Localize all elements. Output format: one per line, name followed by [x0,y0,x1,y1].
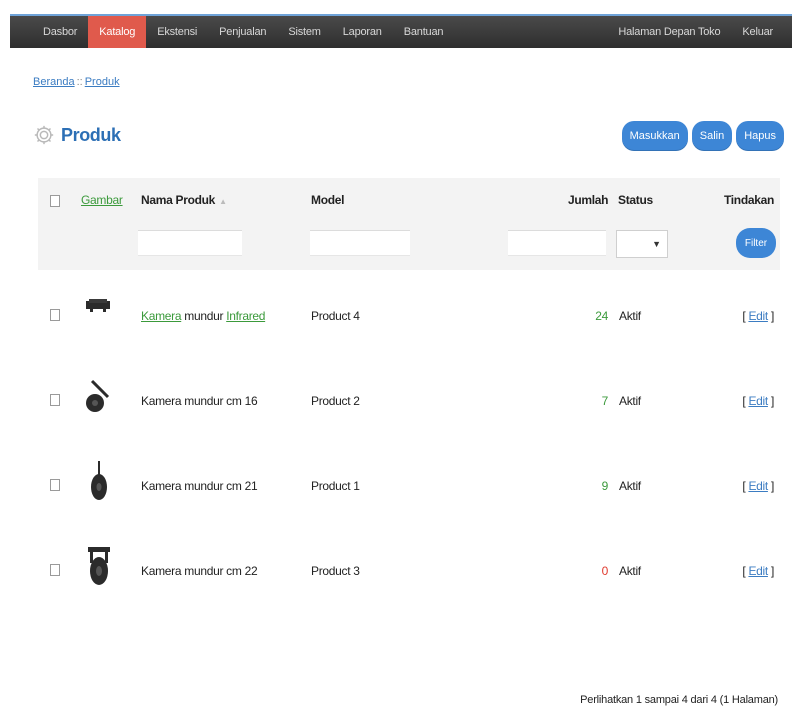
top-navbar: Dasbor Katalog Ekstensi Penjualan Sistem… [10,14,792,48]
table-row: Kamera mundur cm 21 Product 1 9 Aktif [ … [38,440,780,525]
edit-link[interactable]: Edit [748,479,768,493]
row-checkbox[interactable] [50,394,60,406]
header-name-label: Nama Produk [141,193,216,207]
nav-ekstensi[interactable]: Ekstensi [146,16,208,48]
product-thumbnail [86,299,110,312]
page-heading: Produk [33,124,121,146]
edit-action: [ Edit ] [742,479,774,493]
select-all-checkbox[interactable] [50,195,60,207]
product-name: Kamera mundur cm 16 [141,394,258,408]
header-image[interactable]: Gambar [81,193,123,207]
delete-button[interactable]: Hapus [736,121,784,151]
nav-storefront[interactable]: Halaman Depan Toko [607,16,731,48]
table-header: Gambar Nama Produk ▲ Model Jumlah Status … [38,178,780,270]
insert-button[interactable]: Masukkan [621,121,688,151]
product-quantity: 0 [601,564,609,578]
product-status: Aktif [619,309,641,323]
product-model: Product 2 [311,394,360,408]
nav-bantuan[interactable]: Bantuan [393,16,455,48]
product-quantity: 7 [601,394,609,408]
edit-link[interactable]: Edit [748,309,768,323]
product-name: Kamera mundur cm 21 [141,479,258,493]
nav-katalog[interactable]: Katalog [88,16,147,48]
edit-action: [ Edit ] [742,309,774,323]
edit-action: [ Edit ] [742,564,774,578]
gear-icon [34,125,54,145]
product-status: Aktif [619,479,641,493]
edit-link[interactable]: Edit [748,564,768,578]
product-thumbnail [91,461,107,500]
filter-model-input[interactable] [310,230,410,256]
product-quantity: 9 [601,479,609,493]
nav-dasbor[interactable]: Dasbor [32,16,88,48]
row-checkbox[interactable] [50,564,60,576]
header-name[interactable]: Nama Produk ▲ [141,193,227,207]
product-name-text: mundur [181,309,227,323]
product-thumbnail [86,379,110,412]
nav-logout[interactable]: Keluar [731,16,784,48]
header-model[interactable]: Model [311,193,344,207]
row-checkbox[interactable] [50,309,60,321]
filter-quantity-input[interactable] [508,230,606,256]
copy-button[interactable]: Salin [691,121,733,151]
sort-asc-icon: ▲ [219,197,227,206]
table-row: Kamera mundur Infrared Product 4 24 Akti… [38,270,780,355]
header-status[interactable]: Status [618,193,653,207]
product-model: Product 3 [311,564,360,578]
product-status: Aktif [619,564,641,578]
nav-penjualan[interactable]: Penjualan [208,16,277,48]
product-name-link-2[interactable]: Infrared [226,309,265,323]
breadcrumb-current[interactable]: Produk [85,76,120,88]
breadcrumb-home[interactable]: Beranda [33,76,75,88]
product-quantity: 24 [595,309,608,323]
filter-status-select[interactable]: ▼ [616,230,668,258]
pagination-text: Perlihatkan 1 sampai 4 dari 4 (1 Halaman… [580,694,778,706]
product-table: Gambar Nama Produk ▲ Model Jumlah Status … [38,178,780,610]
breadcrumb-separator: :: [76,76,83,88]
product-status: Aktif [619,394,641,408]
table-row: Kamera mundur cm 22 Product 3 0 Aktif [ … [38,525,780,610]
edit-action: [ Edit ] [742,394,774,408]
filter-button[interactable]: Filter [736,228,776,258]
nav-sistem[interactable]: Sistem [277,16,331,48]
row-checkbox[interactable] [50,479,60,491]
table-row: Kamera mundur cm 16 Product 2 7 Aktif [ … [38,355,780,440]
filter-name-input[interactable] [138,230,242,256]
product-name: Kamera mundur cm 22 [141,564,258,578]
product-model: Product 4 [311,309,360,323]
page-title: Produk [61,124,121,145]
action-buttons: Masukkan Salin Hapus [621,121,784,151]
breadcrumb: Beranda:: Produk [33,76,120,88]
edit-link[interactable]: Edit [748,394,768,408]
header-quantity[interactable]: Jumlah [568,193,609,207]
product-name-link[interactable]: Kamera [141,309,182,323]
product-model: Product 1 [311,479,360,493]
product-name: Kamera mundur Infrared [141,309,265,323]
chevron-down-icon: ▼ [652,239,661,249]
product-thumbnail [88,547,110,585]
nav-laporan[interactable]: Laporan [332,16,393,48]
header-action: Tindakan [723,193,774,207]
